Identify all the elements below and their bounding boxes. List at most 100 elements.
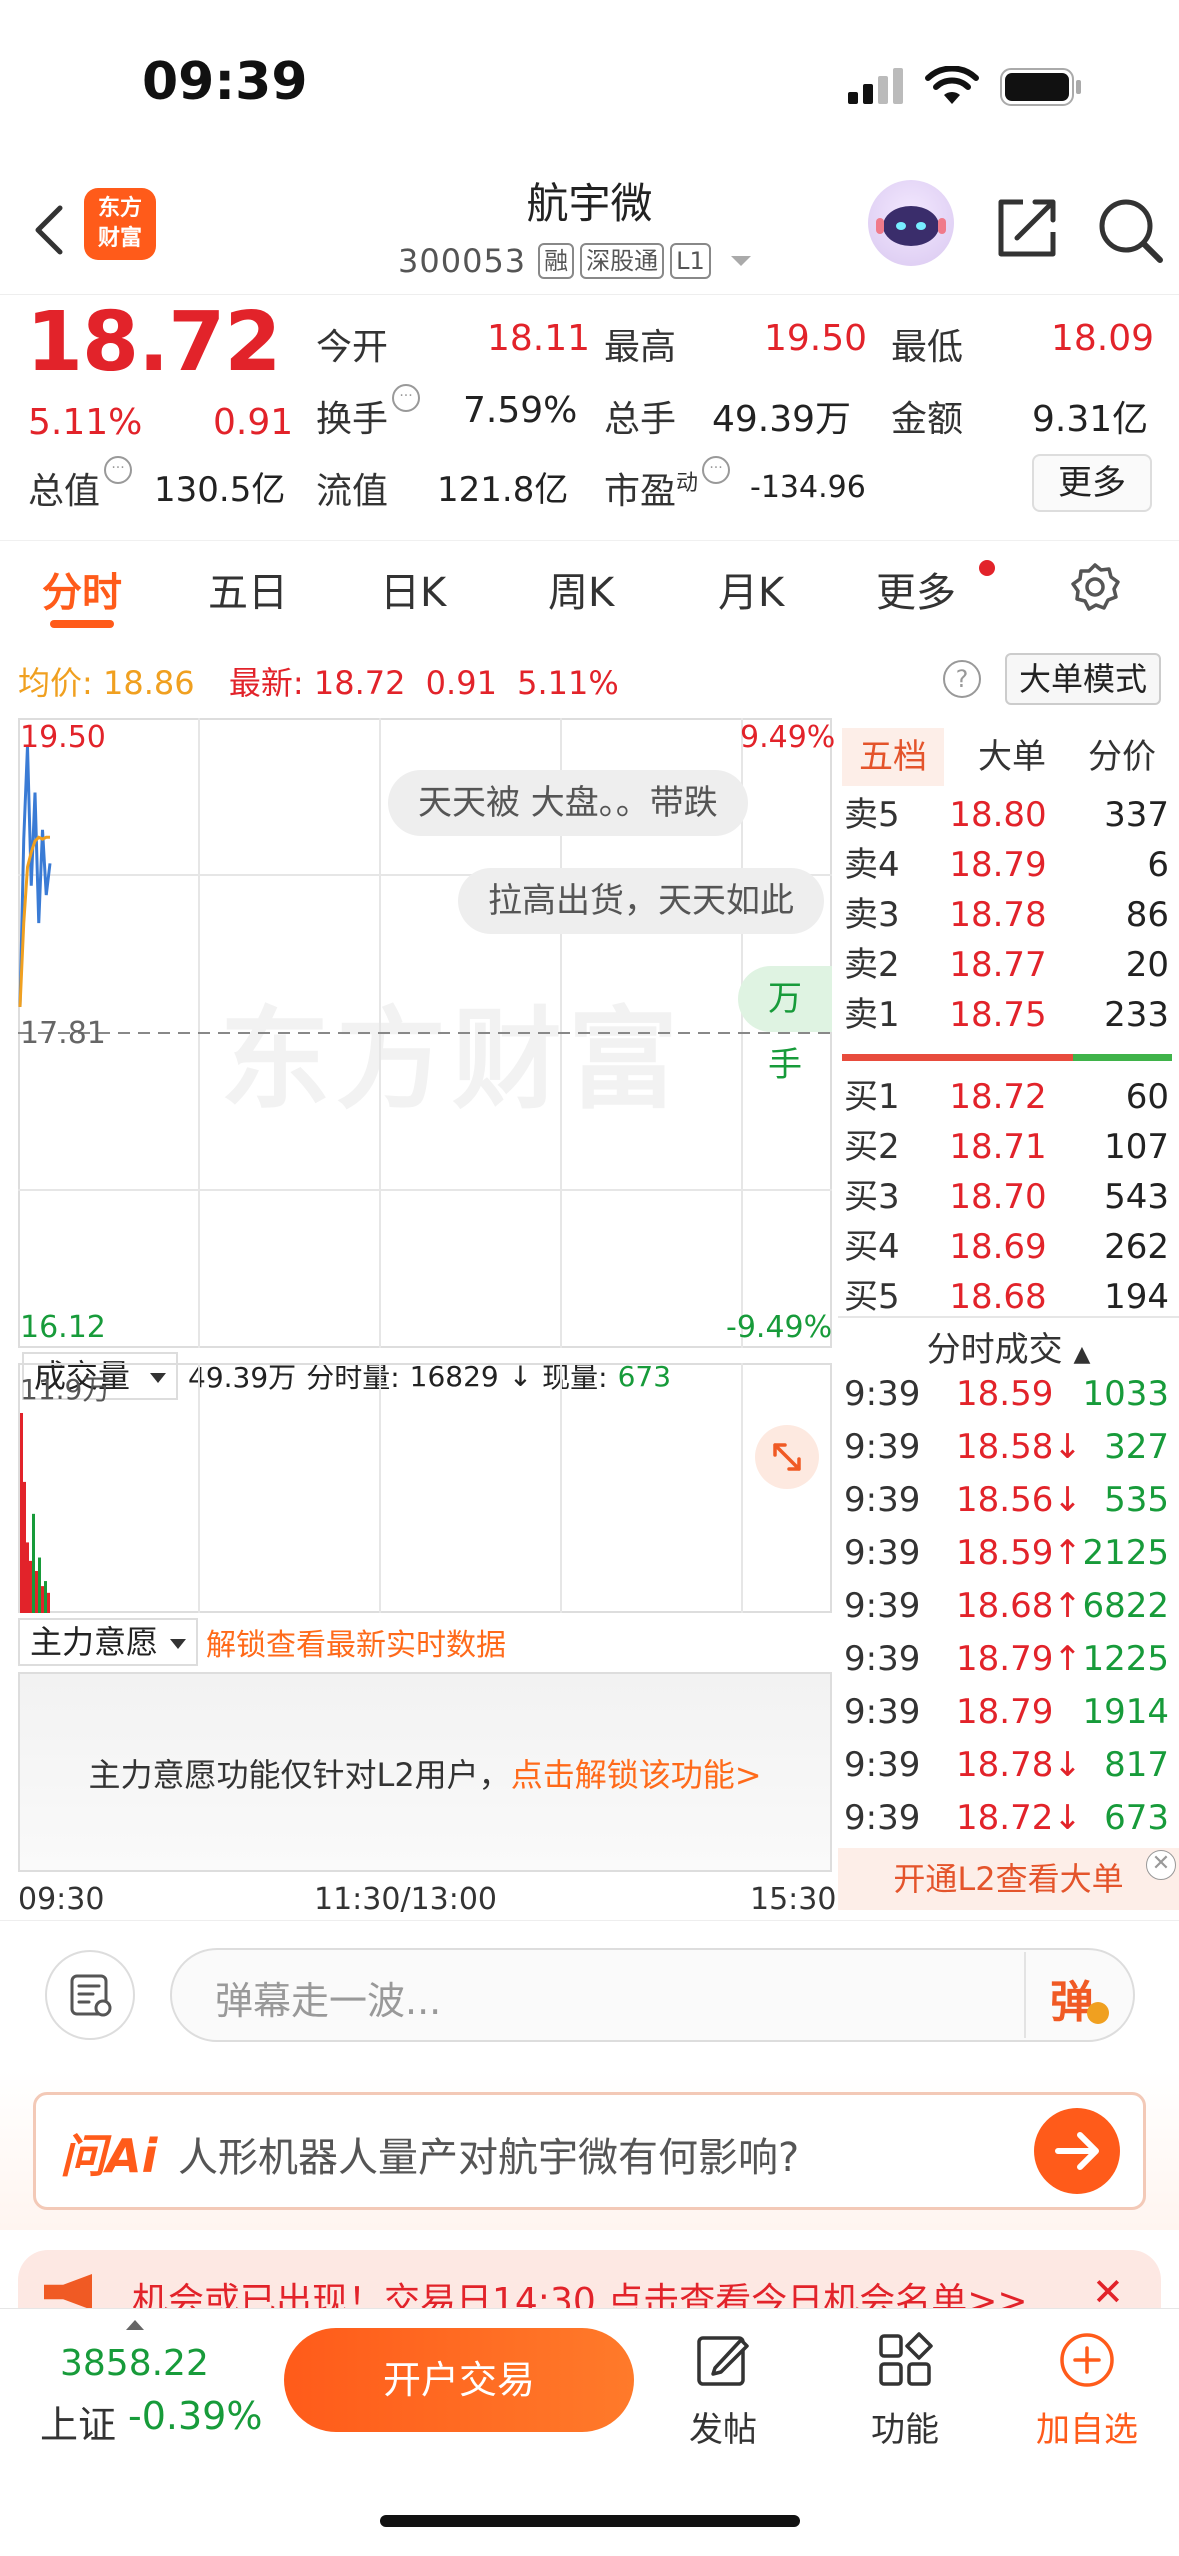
close-icon[interactable]: ✕ — [1146, 1850, 1176, 1880]
tab-more[interactable]: 更多 — [876, 560, 956, 618]
share-icon[interactable] — [995, 196, 1059, 260]
open-account-trade-button[interactable]: 开户交易 — [284, 2328, 634, 2432]
open-l2-banner[interactable]: 开通L2查看大单 — [838, 1848, 1179, 1910]
tab-daily-k[interactable]: 日K — [380, 560, 446, 618]
pe-label[interactable]: 市盈动··· — [604, 456, 731, 514]
expand-chart-button[interactable] — [755, 1425, 819, 1489]
volume-bar-up — [23, 1481, 26, 1613]
info-icon[interactable]: ··· — [392, 384, 421, 412]
nav-post[interactable]: 发帖 — [668, 2328, 778, 2451]
unlock-feature-link[interactable]: 点击解锁该功能> — [511, 1756, 762, 1794]
ask-price: 18.75 — [949, 995, 1047, 1035]
ask-row: 卖4 18.79 6 — [838, 840, 1175, 890]
volume-bars — [20, 1413, 50, 1613]
bid-row: 买2 18.71 107 — [838, 1122, 1175, 1172]
main-force-selector-label: 主力意愿 — [30, 1623, 159, 1661]
tab-weekly-k[interactable]: 周K — [548, 560, 614, 618]
danmaku-settings-icon[interactable] — [45, 1950, 135, 2040]
more-quote-button[interactable]: 更多 — [1032, 454, 1152, 512]
trades-list[interactable]: 9:39 18.59 1033 9:39 18.58↓ 327 9:39 18.56↓ 53… — [838, 1368, 1179, 1848]
big-order-mode-button[interactable]: 大单模式 — [1005, 653, 1161, 705]
bid-row: 买5 18.68 194 — [838, 1272, 1175, 1322]
x-tick-label: 11:30/13:00 — [314, 1882, 498, 1917]
amount-value: 9.31亿 — [1032, 399, 1149, 440]
trades-title[interactable]: 分时成交 ▲ — [838, 1322, 1179, 1371]
danmaku-bubble[interactable]: 万手 — [738, 966, 832, 1085]
grid-icon — [879, 2332, 933, 2386]
caret-down-icon — [170, 1639, 187, 1649]
trade-row: 9:39 18.68↑ 6822 — [838, 1580, 1179, 1633]
chevron-down-icon — [730, 256, 751, 266]
divider — [838, 1316, 1179, 1318]
turnover-value: 7.59% — [463, 390, 578, 431]
tab-five-day[interactable]: 五日 — [208, 560, 288, 618]
trade-time: 9:39 — [844, 1639, 921, 1679]
volume-label: 总手 — [604, 399, 677, 440]
trade-row: 9:39 18.59↑ 2125 — [838, 1527, 1179, 1580]
unlock-realtime-link[interactable]: 解锁查看最新实时数据 — [206, 1620, 506, 1664]
trade-volume: 1033 — [1082, 1374, 1169, 1414]
bid-label: 买1 — [844, 1077, 900, 1117]
bid-price: 18.71 — [949, 1127, 1047, 1167]
danmaku-bubble[interactable]: 天天被 大盘。。带跌 — [388, 770, 748, 836]
margin-tag: 融 — [538, 243, 575, 279]
tab-intraday[interactable]: 分时 — [42, 560, 122, 618]
trade-price: 18.58↓ — [956, 1427, 1082, 1467]
high-label: 最高 — [604, 327, 677, 368]
ask-price: 18.79 — [949, 845, 1047, 885]
trade-volume: 535 — [1104, 1480, 1169, 1520]
ask-row: 卖3 18.78 86 — [838, 890, 1175, 940]
trade-volume: 1914 — [1082, 1692, 1169, 1732]
gear-icon[interactable] — [1070, 562, 1120, 612]
trade-time: 9:39 — [844, 1692, 921, 1732]
trade-price: 18.72↓ — [956, 1798, 1082, 1838]
send-danmaku-button[interactable]: 弹 — [1050, 1966, 1094, 2030]
main-force-select[interactable]: 主力意愿 — [18, 1618, 199, 1666]
trade-row: 9:39 18.72↓ 673 — [838, 1792, 1179, 1845]
total-mv-value: 130.5亿 — [154, 470, 286, 510]
main-force-message: 主力意愿功能仅针对L2用户，点击解锁该功能> — [18, 1750, 832, 1796]
latest-change: 0.91 — [425, 664, 497, 702]
trade-row: 9:39 18.59 1033 — [838, 1368, 1179, 1421]
open-value: 18.11 — [487, 318, 591, 359]
info-icon[interactable]: ··· — [702, 456, 731, 484]
tab-monthly-k[interactable]: 月K — [718, 560, 784, 618]
total-mv-label[interactable]: 总值··· — [28, 456, 133, 514]
trade-price: 18.68↑ — [956, 1586, 1082, 1626]
pe-label-sup: 动 — [676, 471, 699, 496]
ask-label: 卖5 — [844, 795, 900, 835]
avg-value: 18.86 — [102, 664, 195, 702]
ask-volume: 233 — [1104, 995, 1169, 1035]
bid-label: 买2 — [844, 1127, 900, 1167]
info-icon[interactable]: ··· — [104, 456, 133, 484]
ask-row: 卖5 18.80 337 — [838, 790, 1175, 840]
volume-max-label: 11.9万 — [20, 1373, 111, 1406]
ask-volume: 86 — [1125, 895, 1169, 935]
nav-functions[interactable]: 功能 — [850, 2328, 960, 2451]
nav-add-watchlist[interactable]: 加自选 — [1032, 2328, 1142, 2451]
float-mv-label: 流值 — [316, 471, 389, 512]
order-book: 卖5 18.80 337 卖4 18.79 6 卖3 18.78 86 卖2 18.77 20 … — [838, 718, 1179, 1318]
trade-time: 9:39 — [844, 1798, 921, 1838]
index-value[interactable]: 3858.22 — [60, 2343, 209, 2384]
latest-label: 最新: — [228, 664, 304, 702]
arrow-right-icon — [1055, 2132, 1099, 2170]
stock-code-row[interactable]: 300053 融 深股通 L1 — [398, 242, 751, 280]
ask-label: 卖1 — [844, 995, 900, 1035]
trade-volume: 2125 — [1082, 1533, 1169, 1573]
help-icon[interactable]: ? — [943, 660, 981, 698]
ask-row: 卖2 18.77 20 — [838, 940, 1175, 990]
notification-dot — [979, 560, 995, 576]
nav-functions-label: 功能 — [871, 2410, 939, 2450]
caret-up-icon — [126, 2320, 144, 2330]
ai-question[interactable]: 人形机器人量产对航宇微有何影响? — [178, 2125, 799, 2183]
open-label: 今开 — [316, 327, 389, 368]
ask-label: 卖3 — [844, 895, 900, 935]
turnover-label[interactable]: 换手··· — [316, 384, 421, 442]
danmaku-bubble[interactable]: 拉高出货，天天如此 — [458, 868, 824, 934]
x-tick-label: 15:30 — [750, 1882, 837, 1917]
robot-assistant-icon[interactable] — [868, 180, 954, 266]
volume-bar-up — [47, 1592, 50, 1613]
search-icon[interactable] — [1096, 196, 1164, 264]
ai-submit-button[interactable] — [1034, 2108, 1120, 2194]
